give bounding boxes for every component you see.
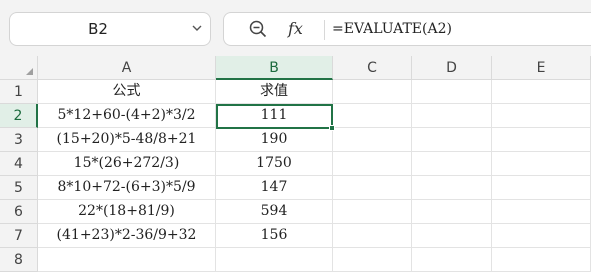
cell-d2[interactable] [412, 104, 492, 128]
cell-b6[interactable]: 594 [216, 200, 333, 224]
cell-e7[interactable] [492, 224, 591, 248]
cell-e1[interactable] [492, 80, 591, 104]
select-all-corner[interactable] [0, 56, 38, 80]
column-header-b[interactable]: B [216, 56, 333, 80]
cell-b8[interactable] [216, 248, 333, 272]
cell-c5[interactable] [333, 176, 412, 200]
column-header-c[interactable]: C [333, 56, 412, 80]
row-header-3[interactable]: 3 [0, 128, 38, 152]
cell-b2[interactable]: 111 [216, 104, 333, 128]
row-header-5[interactable]: 5 [0, 176, 38, 200]
cell-a7[interactable]: (41+23)*2-36/9+32 [38, 224, 216, 248]
cell-a5[interactable]: 8*10+72-(6+3)*5/9 [38, 176, 216, 200]
cell-a8[interactable] [38, 248, 216, 272]
cell-c8[interactable] [333, 248, 412, 272]
cell-e2[interactable] [492, 104, 591, 128]
cell-d8[interactable] [412, 248, 492, 272]
cell-d1[interactable] [412, 80, 492, 104]
cell-c7[interactable] [333, 224, 412, 248]
zoom-out-icon[interactable] [248, 19, 268, 39]
cell-b4[interactable]: 1750 [216, 152, 333, 176]
cell-a6[interactable]: 22*(18+81/9) [38, 200, 216, 224]
formula-bar: fx =EVALUATE(A2) [223, 12, 591, 46]
column-header-a[interactable]: A [38, 56, 216, 80]
cell-a4[interactable]: 15*(26+272/3) [38, 152, 216, 176]
row-header-2[interactable]: 2 [0, 104, 38, 128]
cell-b5[interactable]: 147 [216, 176, 333, 200]
row-header-1[interactable]: 1 [0, 80, 38, 104]
function-fx-icon[interactable]: fx [288, 18, 303, 40]
cell-c6[interactable] [333, 200, 412, 224]
cell-d3[interactable] [412, 128, 492, 152]
column-header-e[interactable]: E [492, 56, 591, 80]
cell-d6[interactable] [412, 200, 492, 224]
cell-d5[interactable] [412, 176, 492, 200]
cell-c1[interactable] [333, 80, 412, 104]
cell-a2[interactable]: 5*12+60-(4+2)*3/2 [38, 104, 216, 128]
cell-d7[interactable] [412, 224, 492, 248]
cell-e6[interactable] [492, 200, 591, 224]
fill-handle[interactable] [329, 125, 335, 131]
spreadsheet-grid: A B C D E 1 公式 求值 2 5*12+60-(4+2)*3/2 111 3 (15+20)*… [0, 56, 591, 272]
name-box-cell-ref[interactable]: B2 [10, 13, 186, 45]
cell-e8[interactable] [492, 248, 591, 272]
cell-d4[interactable] [412, 152, 492, 176]
cell-e5[interactable] [492, 176, 591, 200]
column-header-d[interactable]: D [412, 56, 492, 80]
row-header-6[interactable]: 6 [0, 200, 38, 224]
cell-b1[interactable]: 求值 [216, 80, 333, 104]
cell-a3[interactable]: (15+20)*5-48/8+21 [38, 128, 216, 152]
name-box[interactable]: B2 [9, 12, 211, 46]
cell-b3[interactable]: 190 [216, 128, 333, 152]
cell-c3[interactable] [333, 128, 412, 152]
cell-b7[interactable]: 156 [216, 224, 333, 248]
formula-toolbar: B2 fx =EVALUATE(A2) [0, 0, 591, 56]
cell-a1[interactable]: 公式 [38, 80, 216, 104]
row-header-7[interactable]: 7 [0, 224, 38, 248]
formula-bar-divider [324, 20, 325, 40]
cell-c4[interactable] [333, 152, 412, 176]
row-header-8[interactable]: 8 [0, 248, 38, 272]
cell-c2[interactable] [333, 104, 412, 128]
formula-input[interactable]: =EVALUATE(A2) [332, 13, 452, 45]
cell-e4[interactable] [492, 152, 591, 176]
select-all-triangle-icon [26, 68, 33, 75]
chevron-down-icon[interactable] [192, 23, 202, 33]
cell-e3[interactable] [492, 128, 591, 152]
row-header-4[interactable]: 4 [0, 152, 38, 176]
